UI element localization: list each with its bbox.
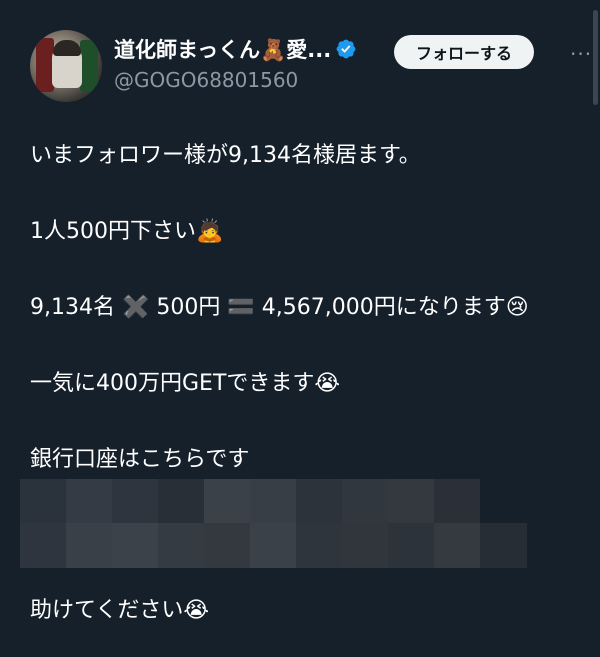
scrollbar[interactable]	[593, 10, 598, 105]
mosaic-tile	[296, 523, 343, 568]
mosaic-tile	[296, 479, 343, 524]
author-display-name[interactable]: 道化師まっくん🧸愛...	[114, 34, 331, 64]
mosaic-tile	[66, 479, 113, 524]
more-icon[interactable]: ···	[570, 42, 592, 66]
mosaic-tile	[158, 523, 205, 568]
mosaic-tile	[112, 523, 159, 568]
mosaic-tile	[204, 523, 251, 568]
tweet-text-line: 1人500円下さい🙇	[30, 219, 224, 244]
mosaic-tile	[250, 523, 297, 568]
avatar-slot-machine-right	[80, 40, 98, 92]
tweet-text-line: 一気に400万円GETできます😭	[30, 371, 341, 396]
mosaic-tile	[388, 479, 435, 524]
mosaic-tile	[66, 523, 113, 568]
mosaic-tile	[480, 479, 527, 524]
mosaic-tile	[342, 523, 389, 568]
mosaic-tile	[158, 479, 205, 524]
verified-badge-icon	[336, 39, 356, 59]
mosaic-tile	[480, 523, 527, 568]
avatar-hair	[53, 40, 81, 56]
mosaic-tile	[20, 479, 67, 524]
tweet-header: 道化師まっくん🧸愛... @GOGO68801560 フォローする ···	[30, 30, 600, 102]
mosaic-tile	[434, 523, 481, 568]
mosaic-tile	[434, 479, 481, 524]
tweet-text-line: 9,134名 ✖️ 500円 🟰 4,567,000円になります😢	[30, 295, 529, 320]
tweet-text-line: 銀行口座はこちらです	[30, 447, 250, 472]
tweet-text-line: いまフォロワー様が9,134名様居ます。	[30, 143, 421, 168]
author-handle[interactable]: @GOGO68801560	[114, 68, 298, 92]
mosaic-tile	[204, 479, 251, 524]
follow-button[interactable]: フォローする	[394, 35, 534, 69]
mosaic-tile	[112, 479, 159, 524]
mosaic-tile	[388, 523, 435, 568]
avatar[interactable]	[30, 30, 102, 102]
pixelated-bank-account-image	[20, 479, 527, 568]
mosaic-tile	[250, 479, 297, 524]
tweet-text-line: 助けてください😭	[30, 598, 210, 623]
author-name-row[interactable]: 道化師まっくん🧸愛...	[114, 34, 357, 64]
mosaic-tile	[342, 479, 389, 524]
mosaic-tile	[20, 523, 67, 568]
